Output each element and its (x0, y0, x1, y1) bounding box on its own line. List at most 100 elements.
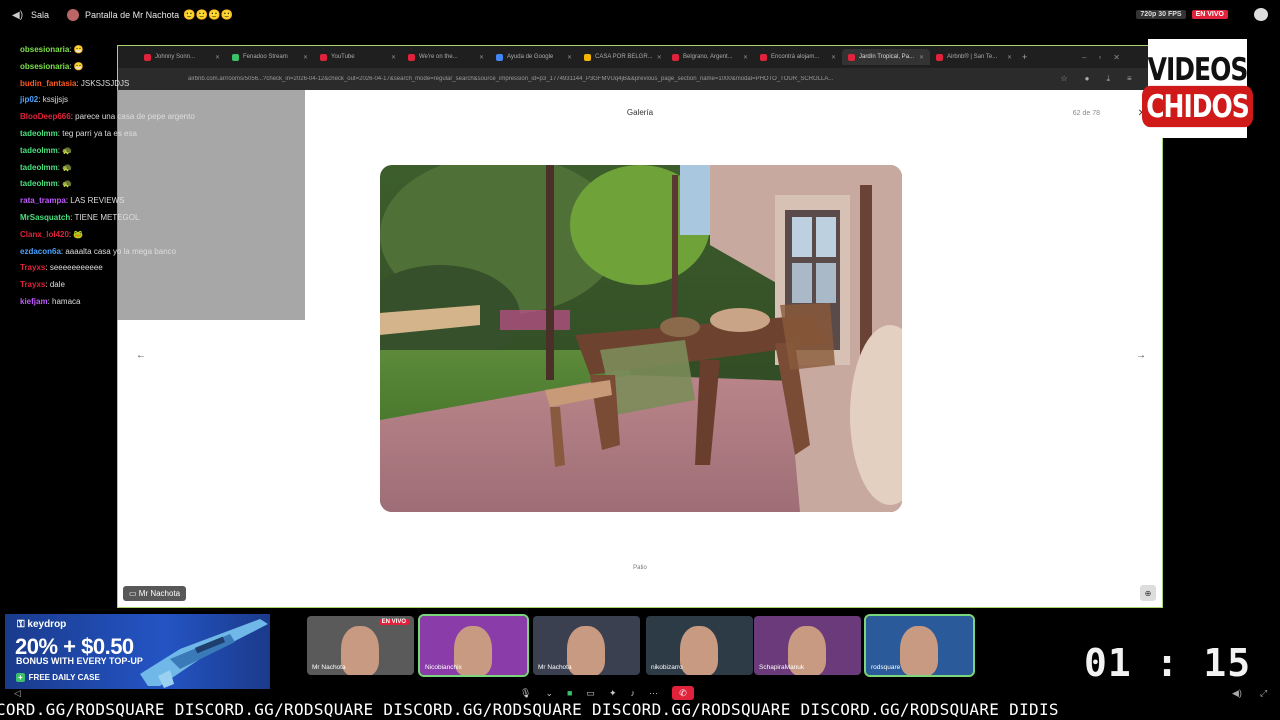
chat-text: 🐢 (62, 179, 73, 189)
browser-tab[interactable]: CASA POR BELGR... ✕ (578, 49, 666, 65)
chat-username[interactable]: ezdacon6a (20, 247, 61, 256)
speaker-icon[interactable]: ◀) (12, 10, 23, 21)
browser-tab[interactable]: YouTube ✕ (314, 49, 402, 65)
new-tab-button[interactable]: + (1022, 52, 1027, 62)
browser-tab[interactable]: Encontrá alojam... ✕ (754, 49, 842, 65)
chat-message: tadeolmm: teg parri ya ta es esa (20, 126, 195, 143)
chat-username[interactable]: obsesionaria (20, 62, 69, 71)
ad-brand: ⚿ keydrop (17, 619, 67, 630)
microphone-icon[interactable]: 🎙︎ (520, 688, 531, 699)
participant-tile[interactable]: SchapiraManuk (754, 616, 861, 675)
room-name: Sala (31, 10, 50, 20)
chat-username[interactable]: obsesionaria (20, 45, 69, 54)
chat-username[interactable]: Trayxs (20, 263, 45, 272)
chat-text: 😁 (73, 45, 84, 54)
chat-icon[interactable] (1254, 8, 1268, 21)
chat-message: MrSasquatch: TIENE METEGOL (20, 210, 195, 227)
leave-call-button[interactable]: ✆ (671, 686, 694, 700)
address-bar[interactable]: airbnb.com.ar/rooms/5056...?check_in=202… (118, 68, 1162, 90)
tab-close-icon[interactable]: ✕ (919, 54, 924, 61)
keydrop-ad[interactable]: ⚿ keydrop 20% + $0.50 BONUS WITH EVERY T… (5, 614, 270, 689)
tab-close-icon[interactable]: ✕ (657, 54, 662, 61)
tab-favicon-icon (584, 53, 591, 61)
activities-icon[interactable]: ✦ (609, 688, 617, 699)
chat-username[interactable]: Clanx_lol420 (20, 230, 69, 239)
chat-username[interactable]: MrSasquatch (20, 213, 70, 222)
tab-close-icon[interactable]: ✕ (479, 54, 484, 61)
menu-icon[interactable]: ≡ (1127, 74, 1132, 84)
countdown-timer: 01 : 15 (1084, 641, 1252, 685)
gallery-photo (380, 165, 902, 512)
url-text[interactable]: airbnb.com.ar/rooms/5056...?check_in=202… (188, 76, 1052, 82)
chat-username[interactable]: budin_fantasia (20, 79, 76, 88)
volume-icon[interactable]: ◁ (14, 688, 21, 699)
tab-close-icon[interactable]: ✕ (831, 54, 836, 61)
logo-line-1: VIDEOS (1147, 50, 1249, 88)
participant-tile[interactable]: nikobizarro (646, 616, 753, 675)
participant-name: rodsquare (871, 664, 901, 671)
tab-label: Encontrá alojam... (771, 54, 820, 60)
star-icon[interactable]: ☆ (1060, 74, 1067, 84)
stream-chat: obsesionaria: 😁 obsesionaria: 😁 budin_fant… (20, 42, 195, 311)
tab-close-icon[interactable]: ✕ (303, 54, 308, 61)
chat-username[interactable]: jip02 (20, 95, 38, 104)
camera-icon[interactable]: ■ (567, 688, 572, 698)
discord-ticker: CORD.GG/RODSQUARE DISCORD.GG/RODSQUARE D… (0, 700, 1059, 719)
participant-tile[interactable]: EN VIVO Mr Nachota (307, 616, 414, 675)
chevron-down-icon[interactable]: ⌄ (545, 688, 553, 699)
rifle-image (140, 619, 268, 688)
participant-name: SchapiraManuk (759, 664, 805, 671)
live-badge: EN VIVO (1191, 10, 1228, 19)
chat-text: 😁 (73, 61, 84, 71)
chat-text: 🐸 (73, 229, 84, 239)
tab-favicon-icon (320, 53, 327, 61)
chat-username[interactable]: tadeolmm (20, 163, 58, 172)
tab-close-icon[interactable]: ✕ (567, 54, 572, 61)
call-controls: 🎙︎ ⌄ ■ ▭ ✦ ♪ ··· ✆ (520, 686, 694, 700)
tab-label: Ayuda de Google (507, 54, 554, 60)
previous-photo-button[interactable]: ← (136, 350, 146, 361)
chat-username[interactable]: tadeolmm (20, 129, 58, 138)
browser-tab[interactable]: Airbnb® | San Te... ✕ (930, 49, 1018, 65)
tab-label: We're on the... (419, 54, 458, 60)
participant-tile[interactable]: Nicobianchix (418, 614, 529, 677)
chat-message: budin_fantasia: JSKSJSJDJS (20, 76, 195, 93)
ad-brand-text: keydrop (27, 619, 67, 630)
videos-chidos-logo: VIDEOS CHIDOS (1142, 39, 1253, 138)
extension-icon[interactable]: ● (1085, 74, 1090, 84)
plus-icon: + (16, 673, 25, 682)
tab-close-icon[interactable]: ✕ (1007, 54, 1012, 61)
browser-tab[interactable]: We're on the... ✕ (402, 49, 490, 65)
participant-tile[interactable]: rodsquare (864, 614, 975, 677)
soundboard-icon[interactable]: ♪ (630, 688, 635, 698)
browser-tab[interactable]: Ayuda de Google ✕ (490, 49, 578, 65)
chat-text: aaaalta casa yo la mega banco (65, 246, 177, 256)
tab-close-icon[interactable]: ✕ (743, 54, 748, 61)
chat-username[interactable]: rata_trampa (20, 196, 66, 205)
next-photo-button[interactable]: → (1136, 350, 1146, 361)
participant-tile[interactable]: Mr Nachota (533, 616, 640, 675)
chat-username[interactable]: Trayxs (20, 280, 45, 289)
more-icon[interactable]: ··· (649, 688, 658, 698)
browser-tab[interactable]: Fenadoo Stream ✕ (226, 49, 314, 65)
participant-video (341, 626, 379, 675)
speaker-output-icon[interactable]: ◀) (1232, 688, 1242, 699)
zoom-icon[interactable]: ⊕ (1140, 585, 1156, 601)
chat-username[interactable]: BlooDeep666 (20, 112, 71, 121)
chat-text: TIENE METEGOL (74, 212, 140, 222)
chat-username[interactable]: kiefjam (20, 297, 48, 306)
fullscreen-icon[interactable]: ⤢ (1260, 688, 1267, 699)
browser-tab-strip: Johnny Sonn... ✕ Fenadoo Stream ✕ YouTube ✕ We… (118, 46, 1162, 68)
ad-cta: + FREE DAILY CASE (16, 673, 100, 682)
browser-tab[interactable]: Belgrano, Argent... ✕ (666, 49, 754, 65)
chat-username[interactable]: tadeolmm (20, 146, 58, 155)
screen-share-icon[interactable]: ▭ (586, 688, 595, 699)
browser-tab[interactable]: Jardín Tropical, Pa... ✕ (842, 49, 930, 65)
tab-close-icon[interactable]: ✕ (391, 54, 396, 61)
download-icon[interactable]: ⤓ (1106, 74, 1110, 84)
chat-username[interactable]: tadeolmm (20, 179, 58, 188)
tab-close-icon[interactable]: ✕ (215, 54, 220, 61)
chat-text: dale (49, 280, 65, 290)
window-controls[interactable]: –▫✕ (1082, 53, 1132, 62)
chat-message: jip02: kssjjsjs (20, 92, 195, 109)
